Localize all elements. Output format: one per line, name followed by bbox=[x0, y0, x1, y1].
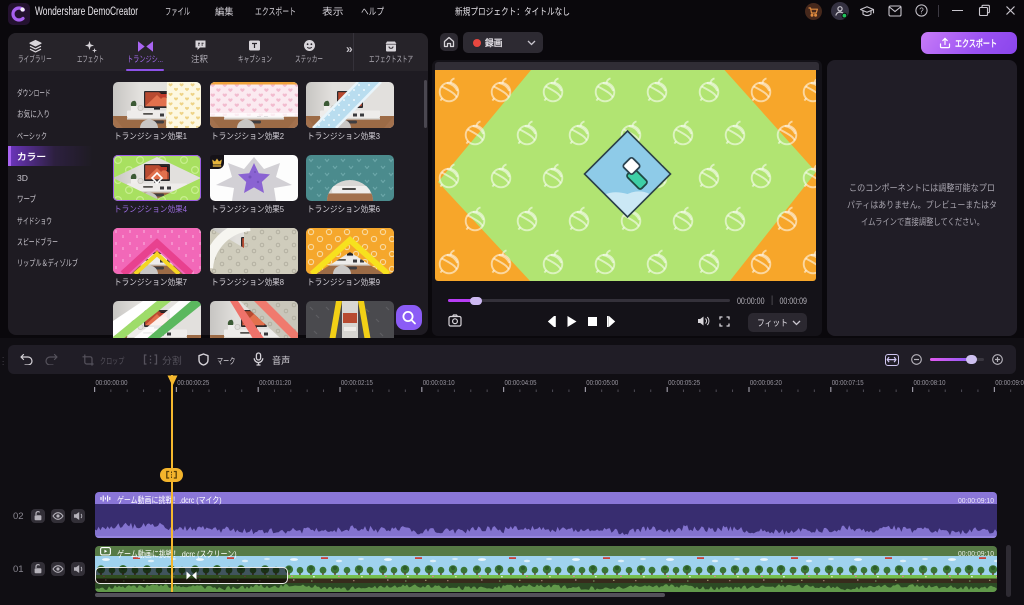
svg-text:00:00:04:05: 00:00:04:05 bbox=[505, 378, 537, 387]
svg-text:トランジション効果3: トランジション効果3 bbox=[307, 131, 380, 141]
svg-text:ゲーム動画に挑戦！.dcrc (スクリーン): ゲーム動画に挑戦！.dcrc (スクリーン) bbox=[117, 548, 237, 558]
svg-text:ダウンロード: ダウンロード bbox=[17, 88, 51, 98]
svg-text:お気に入り: お気に入り bbox=[17, 109, 50, 119]
svg-text:Wondershare DemoCreator: Wondershare DemoCreator bbox=[35, 6, 138, 18]
svg-text:00:00:09:10: 00:00:09:10 bbox=[958, 549, 994, 558]
svg-text:00:00:00 ｜ 00:00:09: 00:00:00 ｜ 00:00:09 bbox=[737, 295, 807, 307]
svg-text:トランジション効果9: トランジション効果9 bbox=[307, 277, 380, 287]
svg-text:02: 02 bbox=[13, 511, 24, 522]
svg-text:00:00:06:20: 00:00:06:20 bbox=[750, 378, 782, 387]
svg-text:フィット: フィット bbox=[757, 318, 788, 328]
svg-text:音声: 音声 bbox=[272, 355, 290, 367]
svg-text:スピードブラー: スピードブラー bbox=[17, 237, 58, 247]
svg-text:00:00:05:25: 00:00:05:25 bbox=[668, 378, 700, 387]
svg-text:録画: 録画 bbox=[485, 37, 503, 48]
svg-text:エクスポート: エクスポート bbox=[955, 38, 997, 50]
svg-text:リップル＆ディゾルブ: リップル＆ディゾルブ bbox=[17, 258, 78, 268]
svg-text:パティはありません。プレビューまたはタ: パティはありません。プレビューまたはタ bbox=[847, 200, 997, 210]
svg-text:00:00:08:10: 00:00:08:10 bbox=[914, 378, 946, 387]
svg-text:00:00:05:00: 00:00:05:00 bbox=[586, 378, 618, 387]
svg-text:トランジション効果6: トランジション効果6 bbox=[307, 204, 380, 214]
svg-text:イムラインで直接調整してください。: イムラインで直接調整してください。 bbox=[861, 216, 984, 227]
svg-text:00:00:03:10: 00:00:03:10 bbox=[423, 378, 455, 387]
svg-text:サイドショウ: サイドショウ bbox=[17, 216, 52, 226]
svg-text:00:00:00:25: 00:00:00:25 bbox=[177, 378, 209, 387]
svg-text:00:00:07:15: 00:00:07:15 bbox=[832, 378, 864, 387]
svg-text:00:00:00:00: 00:00:00:00 bbox=[96, 378, 128, 387]
svg-text:カラー: カラー bbox=[17, 152, 46, 162]
svg-text:クロップ: クロップ bbox=[99, 356, 124, 366]
svg-text:新規プロジェクト：タイトルなし: 新規プロジェクト：タイトルなし bbox=[455, 6, 570, 18]
svg-text:00:00:09:05: 00:00:09:05 bbox=[995, 378, 1024, 387]
svg-text:ゲーム動画に挑戦！.dcrc (マイク): ゲーム動画に挑戦！.dcrc (マイク) bbox=[117, 495, 222, 505]
svg-text:00:00:09:10: 00:00:09:10 bbox=[958, 496, 994, 505]
svg-text:このコンポーネントには調整可能なプロ: このコンポーネントには調整可能なプロ bbox=[849, 182, 995, 193]
svg-text:?: ? bbox=[919, 6, 924, 15]
svg-text:ワープ: ワープ bbox=[17, 194, 36, 204]
svg-text:ベーシック: ベーシック bbox=[17, 131, 47, 141]
svg-text:エフェクトストア: エフェクトストア bbox=[369, 54, 413, 64]
svg-text:3D: 3D bbox=[17, 173, 28, 183]
svg-text:01: 01 bbox=[13, 564, 24, 575]
svg-text:00:00:01:20: 00:00:01:20 bbox=[259, 378, 291, 387]
svg-text:00:00:02:15: 00:00:02:15 bbox=[341, 378, 373, 387]
svg-text:ヘルプ: ヘルプ bbox=[361, 7, 384, 18]
